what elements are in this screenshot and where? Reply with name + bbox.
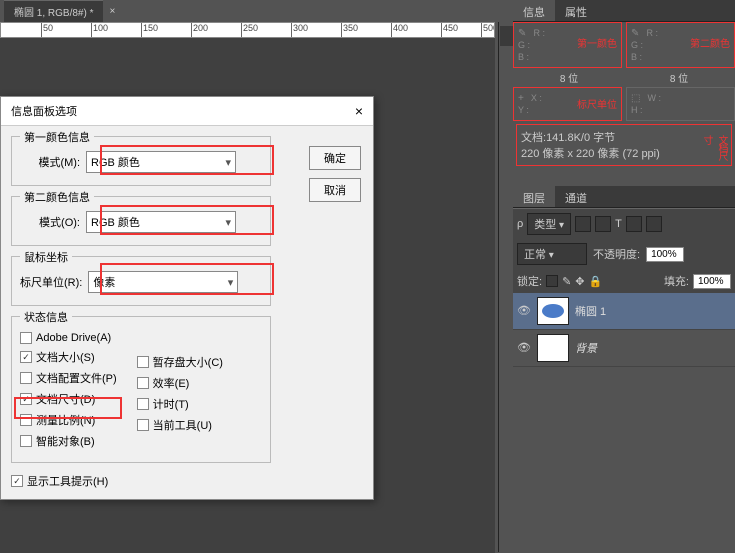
horizontal-ruler: 50 100 150 200 250 300 350 400 450 500 (0, 22, 495, 38)
layer-row-ellipse[interactable]: 👁 椭圆 1 (513, 293, 735, 330)
fill-input[interactable]: 100% (693, 274, 731, 289)
visibility-icon[interactable]: 👁 (517, 341, 531, 355)
mouse-coords-section: 鼠标坐标 标尺单位(R): 像素 (11, 256, 271, 306)
info-panel-tabs: 信息 属性 (513, 0, 735, 22)
layer-name[interactable]: 椭圆 1 (575, 303, 606, 319)
lock-brush-icon[interactable]: ✎ (562, 275, 571, 288)
checkbox-label: 智能对象(B) (36, 433, 95, 449)
checkbox-label: Adobe Drive(A) (36, 332, 111, 344)
opacity-input[interactable]: 100% (646, 247, 684, 262)
blend-mode-row: 正常 ▾ 不透明度: 100% (513, 239, 735, 269)
info-panel-options-dialog: 信息面板选项 × 确定 取消 第一颜色信息 模式(M): RGB 颜色 第二颜色… (0, 96, 374, 500)
filter-pixel-icon[interactable] (575, 216, 591, 232)
eyedropper-icon: ✎ (518, 28, 526, 39)
dialog-titlebar[interactable]: 信息面板选项 × (1, 97, 373, 126)
tab-info[interactable]: 信息 (513, 0, 555, 21)
status-checkbox-row[interactable]: Adobe Drive(A) (20, 332, 117, 344)
lock-move-icon[interactable]: ✥ (575, 275, 584, 288)
close-icon[interactable]: × (355, 103, 363, 119)
info-xy: + X : Y : 标尺单位 (513, 87, 622, 121)
tab-properties[interactable]: 属性 (555, 0, 597, 21)
document-tab[interactable]: 椭圆 1, RGB/8#) * (4, 0, 103, 22)
show-tips-label: 显示工具提示(H) (27, 473, 108, 489)
right-panels: 信息 属性 ✎ R : G : B : 第一颜色 ✎ R : G : B : 第… (513, 0, 735, 553)
checkbox[interactable] (11, 475, 23, 487)
info-panel: ✎ R : G : B : 第一颜色 ✎ R : G : B : 第二颜色 8 … (513, 22, 735, 166)
tab-layers[interactable]: 图层 (513, 186, 555, 207)
layer-row-background[interactable]: 👁 背景 (513, 330, 735, 367)
checkbox[interactable] (20, 351, 32, 363)
mode-label: 模式(O): (20, 214, 80, 230)
checkbox[interactable] (137, 419, 149, 431)
expand-icon[interactable] (500, 26, 514, 46)
visibility-icon[interactable]: 👁 (517, 304, 531, 318)
dialog-title: 信息面板选项 (11, 103, 77, 119)
mode-label: 模式(M): (20, 154, 80, 170)
status-checkbox-row[interactable]: 智能对象(B) (20, 433, 117, 449)
checkbox-label: 效率(E) (153, 375, 190, 391)
info-bits2: 8 位 (626, 68, 732, 87)
tab-channels[interactable]: 通道 (555, 186, 597, 207)
checkbox[interactable] (137, 398, 149, 410)
lock-all-icon[interactable]: 🔒 (589, 275, 603, 288)
info-doc-size: 文档:141.8K/0 字节 220 像素 x 220 像素 (72 ppi) … (516, 124, 732, 166)
checkbox[interactable] (137, 377, 149, 389)
ok-button[interactable]: 确定 (309, 146, 361, 170)
dimensions-icon: ⬚ (631, 93, 640, 104)
status-checkbox-row[interactable]: 效率(E) (137, 375, 223, 391)
checkbox-label: 计时(T) (153, 396, 189, 412)
crosshair-icon: + (518, 93, 524, 104)
cancel-button[interactable]: 取消 (309, 178, 361, 202)
checkbox[interactable] (20, 435, 32, 447)
checkbox-label: 文档配置文件(P) (36, 370, 117, 386)
filter-type-icon[interactable]: T (615, 218, 622, 230)
layer-thumbnail[interactable] (537, 334, 569, 362)
checkbox[interactable] (20, 332, 32, 344)
tool-strip (498, 22, 514, 552)
filter-smart-icon[interactable] (646, 216, 662, 232)
checkbox-label: 暂存盘大小(C) (153, 354, 223, 370)
lock-transparent-icon[interactable] (546, 275, 558, 287)
layers-panel: 图层 通道 ρ 类型 ▾ T 正常 ▾ 不透明度: 100% 锁定: ✎ ✥ 🔒… (513, 186, 735, 367)
status-info-section: 状态信息 Adobe Drive(A)文档大小(S)文档配置文件(P)文档尺寸(… (11, 316, 271, 463)
first-color-section: 第一颜色信息 模式(M): RGB 颜色 (11, 136, 271, 186)
checkbox-label: 文档大小(S) (36, 349, 95, 365)
info-wh: ⬚ W : H : (626, 87, 735, 121)
layer-name[interactable]: 背景 (575, 340, 597, 356)
lock-row: 锁定: ✎ ✥ 🔒 填充: 100% (513, 269, 735, 293)
info-color1: ✎ R : G : B : 第一颜色 (513, 22, 622, 68)
status-checkbox-row[interactable]: 当前工具(U) (137, 417, 223, 433)
filter-shape-icon[interactable] (626, 216, 642, 232)
checkbox[interactable] (20, 372, 32, 384)
status-checkbox-row[interactable]: 计时(T) (137, 396, 223, 412)
show-tips-checkbox-row[interactable]: 显示工具提示(H) (11, 473, 363, 489)
status-checkbox-row[interactable]: 文档大小(S) (20, 349, 117, 365)
filter-type-select[interactable]: 类型 ▾ (527, 213, 571, 235)
layer-filter-bar: ρ 类型 ▾ T (513, 208, 735, 239)
checkbox[interactable] (137, 356, 149, 368)
second-color-section: 第二颜色信息 模式(O): RGB 颜色 (11, 196, 271, 246)
status-checkbox-row[interactable]: 文档配置文件(P) (20, 370, 117, 386)
status-checkbox-row[interactable]: 暂存盘大小(C) (137, 354, 223, 370)
info-bits1: 8 位 (516, 68, 622, 87)
ruler-unit-label: 标尺单位(R): (20, 274, 82, 290)
checkbox-label: 当前工具(U) (153, 417, 212, 433)
eyedropper-icon: ✎ (631, 28, 639, 39)
blend-mode-select[interactable]: 正常 ▾ (517, 243, 587, 265)
filter-adjust-icon[interactable] (595, 216, 611, 232)
layer-thumbnail[interactable] (537, 297, 569, 325)
info-color2: ✎ R : G : B : 第二颜色 (626, 22, 735, 68)
